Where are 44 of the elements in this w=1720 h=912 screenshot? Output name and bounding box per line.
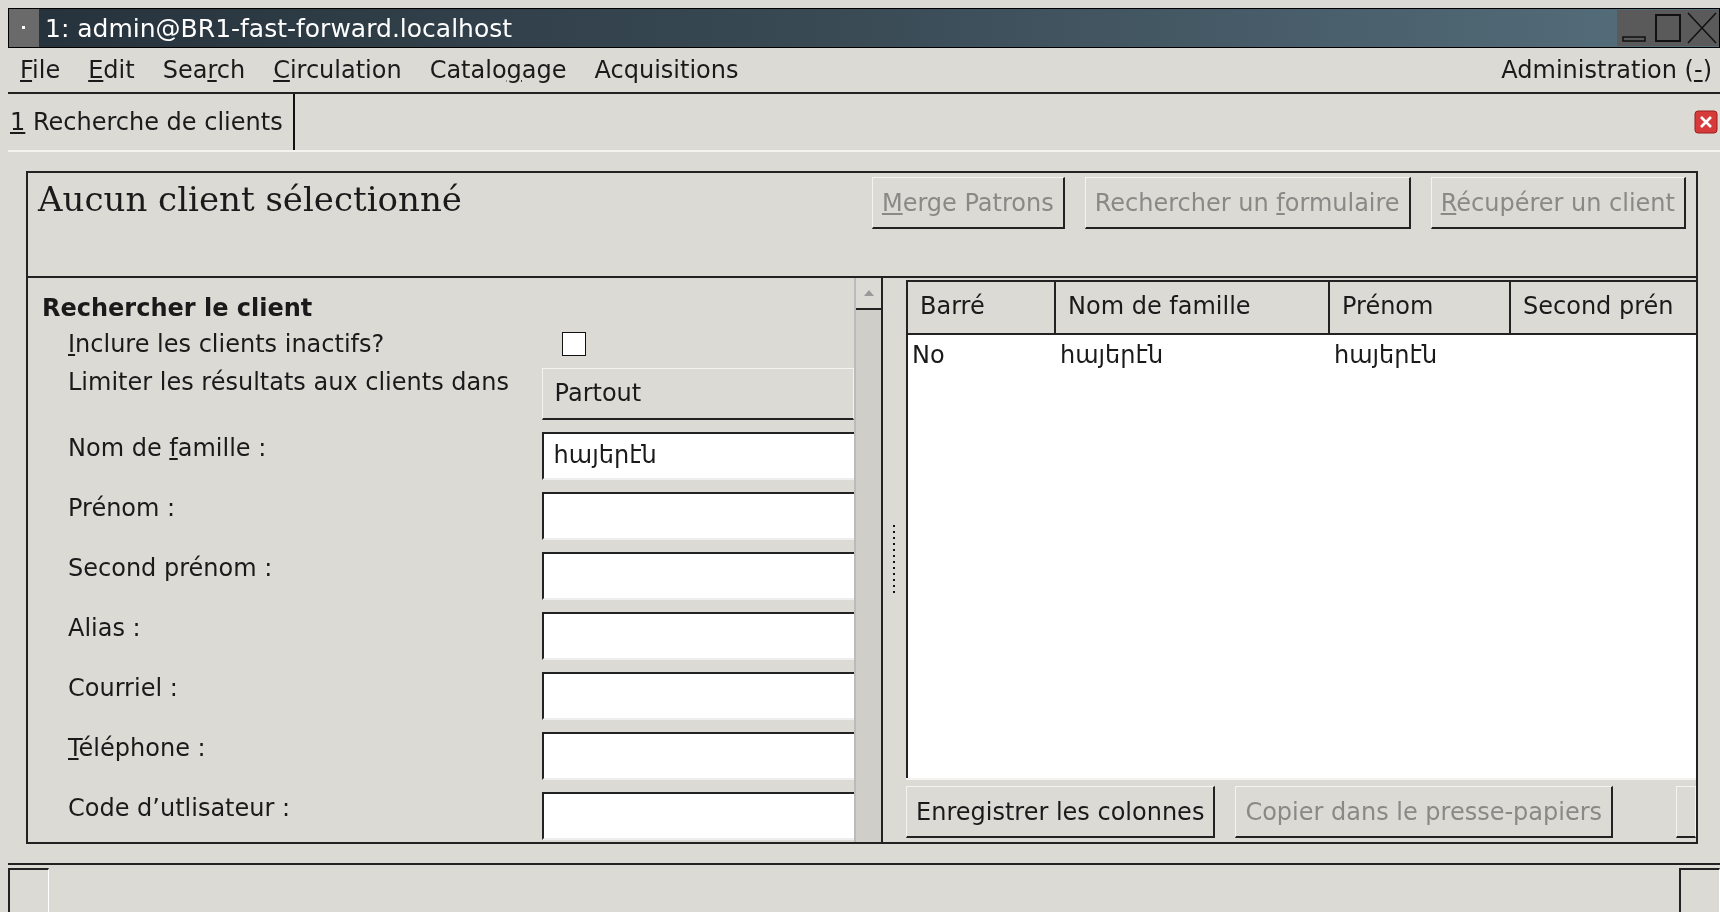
menu-item[interactable]: Circulation — [273, 56, 402, 84]
section-heading: Rechercher le client — [42, 293, 314, 324]
status-pane — [8, 868, 49, 912]
field-label: Nom de famille : — [68, 433, 268, 464]
table-cell-text: հայերէն — [1059, 340, 1165, 371]
table-button[interactable]: Enregistrer les colonnes — [906, 786, 1216, 838]
column-header[interactable]: Barré — [908, 282, 1056, 333]
input-field[interactable] — [541, 672, 854, 720]
checkbox[interactable] — [562, 332, 586, 356]
field-label: Téléphone : — [68, 733, 207, 764]
field-label: Limiter les résultats aux clients dans — [68, 368, 510, 398]
input-field[interactable] — [541, 732, 854, 780]
status-pane — [1679, 868, 1720, 912]
field-label: Courriel : — [68, 673, 179, 704]
tab[interactable]: 1 Recherche de clients — [8, 94, 295, 150]
input-field[interactable] — [541, 492, 854, 540]
menu-item[interactable]: Catalogage — [429, 56, 567, 84]
menu-item[interactable]: Administration (-) — [1501, 56, 1712, 84]
close-icon[interactable] — [1694, 110, 1718, 134]
input-field[interactable] — [541, 612, 854, 660]
patron-title: Aucun client sélectionné — [36, 178, 463, 219]
field-label: Prénom : — [68, 493, 177, 524]
window-title: 1: admin@BR1-fast-forward.localhost — [45, 13, 514, 43]
column-header[interactable]: Prénom — [1330, 282, 1511, 333]
field-label: Code d’utlisateur : — [68, 793, 292, 824]
field-label: Second prénom : — [68, 553, 274, 584]
input-field[interactable] — [541, 792, 854, 840]
table-cell-text: հայերէն — [1333, 340, 1439, 371]
scroll-bar[interactable] — [854, 278, 883, 842]
column-header[interactable]: Second prén — [1511, 282, 1696, 333]
input-field[interactable] — [541, 552, 854, 600]
splitter-grip-icon[interactable] — [891, 525, 896, 595]
column-header[interactable]: Nom de famille — [1056, 282, 1330, 333]
menu-item[interactable]: Acquisitions — [594, 56, 739, 84]
table-cell-text: No — [911, 340, 946, 371]
field-label: Alias : — [68, 613, 142, 644]
input-field[interactable]: հայերէն — [541, 432, 854, 480]
menu-item[interactable]: Edit — [88, 56, 135, 84]
close-icon[interactable] — [1685, 10, 1719, 46]
field-label: Inclure les clients inactifs? — [68, 330, 386, 358]
partial-button[interactable] — [1676, 786, 1696, 838]
menu-item[interactable]: Search — [162, 56, 246, 84]
dropdown[interactable]: Partout — [541, 368, 854, 420]
menu-item[interactable]: File — [20, 56, 61, 84]
